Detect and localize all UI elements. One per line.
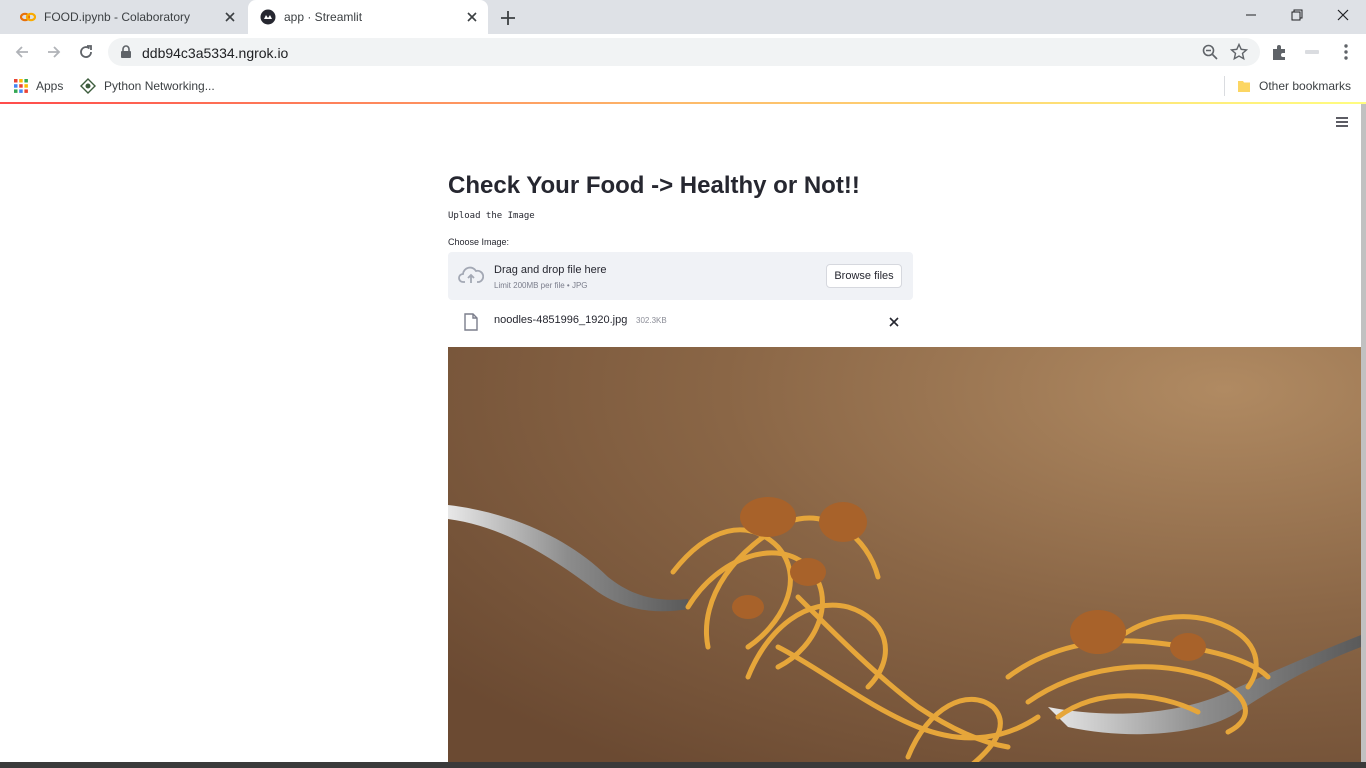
forward-button[interactable] — [42, 40, 66, 64]
cloud-upload-icon — [458, 266, 484, 283]
browse-files-button[interactable]: Browse files — [826, 264, 902, 288]
upload-instruction: Upload the Image — [448, 211, 535, 221]
new-tab-icon[interactable] — [498, 8, 518, 28]
folder-icon — [1238, 81, 1250, 92]
close-tab-icon[interactable] — [222, 9, 238, 25]
bookmark-apps[interactable]: Apps — [14, 77, 63, 95]
bookmark-label: Other bookmarks — [1259, 79, 1352, 93]
restore-button[interactable] — [1274, 0, 1320, 30]
close-window-button[interactable] — [1320, 0, 1366, 30]
page-title: Check Your Food -> Healthy or Not!! — [448, 172, 860, 199]
address-bar[interactable]: ddb94c3a5334.ngrok.io — [108, 38, 1260, 66]
close-window-icon — [1337, 9, 1349, 21]
browser-toolbar: ddb94c3a5334.ngrok.io — [0, 34, 1366, 70]
bookmark-label: Python Networking... — [104, 79, 215, 93]
dropzone-title: Drag and drop file here — [494, 264, 607, 276]
dropzone-hint: Limit 200MB per file • JPG — [494, 281, 588, 290]
reload-icon — [80, 45, 92, 58]
hamburger-menu-icon[interactable] — [1335, 116, 1349, 128]
menu-kebab-icon[interactable] — [1336, 42, 1356, 62]
remove-file-icon[interactable] — [889, 317, 899, 327]
bookmark-star-icon[interactable] — [1230, 43, 1248, 61]
minimize-icon — [1246, 14, 1256, 16]
uploaded-file-row: noodles-4851996_1920.jpg 302.3KB — [448, 308, 913, 336]
bookmark-python-networking[interactable]: Python Networking... — [80, 77, 215, 95]
file-name: noodles-4851996_1920.jpg — [494, 314, 628, 326]
colab-icon — [20, 12, 36, 22]
file-icon — [464, 313, 478, 331]
reload-button[interactable] — [74, 40, 98, 64]
bookmarks-bar: Apps Python Networking... Other bookmark… — [0, 70, 1366, 102]
extensions-puzzle-icon[interactable] — [1270, 42, 1290, 62]
lock-icon[interactable] — [120, 45, 132, 59]
minimize-button[interactable] — [1228, 0, 1274, 30]
close-tab-icon[interactable] — [464, 9, 480, 25]
back-arrow-icon — [15, 46, 28, 58]
streamlit-icon — [260, 9, 276, 25]
page-scrollbar[interactable] — [1361, 104, 1366, 768]
tab-title: app · Streamlit — [284, 10, 363, 24]
url-text[interactable]: ddb94c3a5334.ngrok.io — [142, 45, 288, 61]
back-button[interactable] — [10, 40, 34, 64]
bookmark-other[interactable]: Other bookmarks — [1237, 77, 1351, 95]
tab-colab[interactable]: FOOD.ipynb - Colaboratory — [8, 0, 246, 34]
file-size: 302.3KB — [636, 316, 667, 325]
streamlit-page: Check Your Food -> Healthy or Not!! Uplo… — [0, 104, 1366, 768]
zoom-icon[interactable] — [1202, 44, 1218, 60]
forward-arrow-icon — [48, 46, 61, 58]
bookmarks-divider — [1224, 76, 1225, 96]
bookmark-label: Apps — [36, 79, 64, 93]
apps-grid-icon — [14, 79, 28, 93]
uploader-label: Choose Image: — [448, 237, 510, 247]
python-networking-icon — [80, 78, 96, 94]
taskbar-edge — [0, 762, 1366, 768]
tab-streamlit[interactable]: app · Streamlit — [248, 0, 488, 34]
food-photo — [448, 347, 1361, 768]
extension-icon[interactable] — [1302, 42, 1322, 62]
tab-strip: FOOD.ipynb - Colaboratory app · Streamli… — [0, 0, 1366, 34]
scrollbar-thumb[interactable] — [1361, 104, 1366, 768]
restore-icon — [1291, 9, 1303, 21]
tab-title: FOOD.ipynb - Colaboratory — [44, 10, 191, 24]
